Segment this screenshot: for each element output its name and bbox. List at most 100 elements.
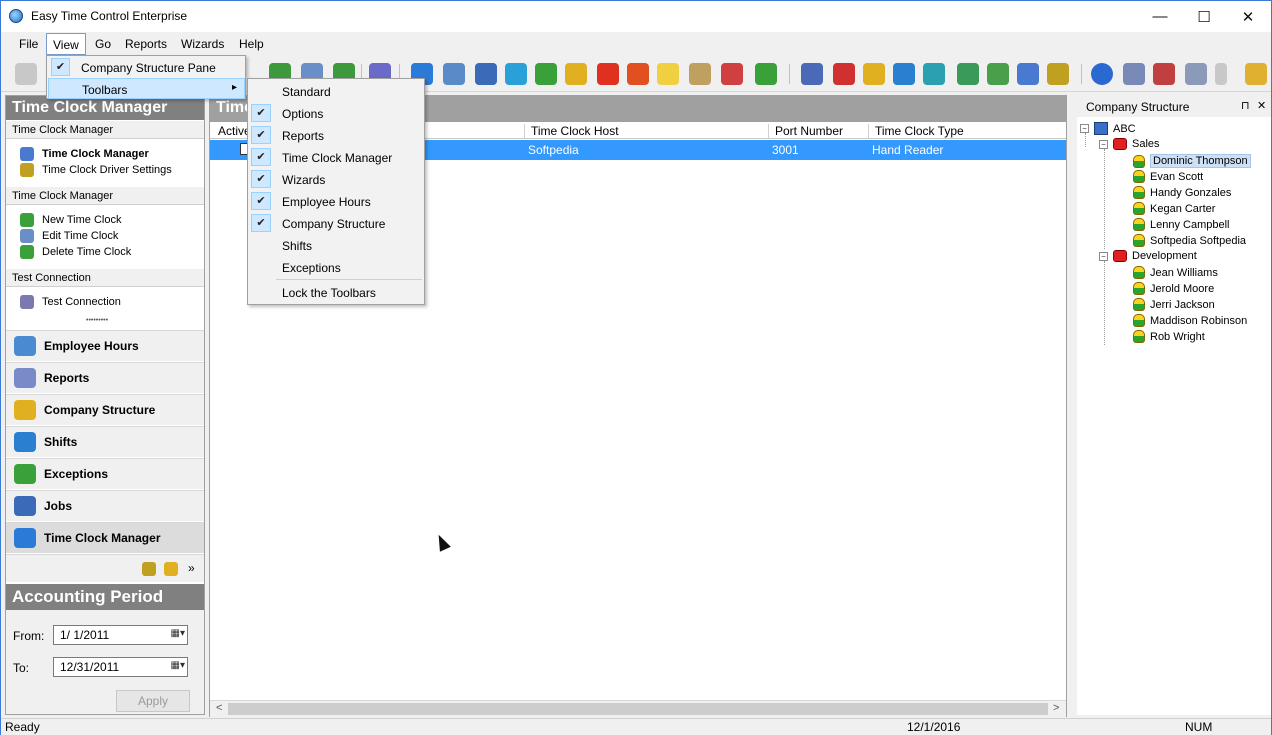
nav-reports[interactable]: Reports <box>6 362 204 393</box>
nav-jobs[interactable]: Jobs <box>6 490 204 521</box>
tree-node-employee[interactable]: Softpedia Softpedia <box>1133 234 1246 247</box>
window-title: Easy Time Control Enterprise <box>31 9 188 23</box>
alarm-icon[interactable] <box>721 63 743 85</box>
clock-settings-icon[interactable] <box>443 63 465 85</box>
export-icon[interactable] <box>755 63 777 85</box>
person-icon[interactable] <box>164 562 178 576</box>
menu-view[interactable]: View <box>46 33 86 55</box>
shift-export-icon[interactable] <box>923 63 945 85</box>
star-icon[interactable] <box>657 63 679 85</box>
submenu-item-options[interactable]: ✔ Options <box>249 102 424 124</box>
column-port-number[interactable]: Port Number <box>768 124 843 138</box>
database-icon[interactable] <box>1185 63 1207 85</box>
submenu-item-reports[interactable]: ✔ Reports <box>249 124 424 146</box>
tree-node-employee[interactable]: Handy Gonzales <box>1133 186 1231 199</box>
menu-wizards[interactable]: Wizards <box>181 37 224 51</box>
maximize-button[interactable]: ☐ <box>1181 1 1227 32</box>
submenu-item-standard[interactable]: Standard <box>249 80 424 102</box>
column-time-clock-type[interactable]: Time Clock Type <box>868 124 964 138</box>
submenu-item-shifts[interactable]: Shifts <box>249 234 424 256</box>
task-time-clock-manager[interactable]: Time Clock Manager <box>20 147 149 161</box>
scroll-right-icon[interactable]: > <box>1053 702 1059 714</box>
toolbar-overflow-icon[interactable] <box>1215 63 1227 85</box>
tree-node-employee[interactable]: Dominic Thompson <box>1133 154 1251 168</box>
nav-shifts[interactable]: Shifts <box>6 426 204 457</box>
expander-icon[interactable]: − <box>1099 139 1108 149</box>
person-icon[interactable] <box>863 63 885 85</box>
refresh-icon[interactable] <box>15 63 37 85</box>
submenu-item-exceptions[interactable]: Exceptions <box>249 256 424 278</box>
accept-icon[interactable] <box>535 63 557 85</box>
tree-node-company[interactable]: − ABC <box>1080 122 1136 135</box>
menu-item-company-structure-pane[interactable]: ✔ Company Structure Pane <box>48 57 245 78</box>
tree-node-employee[interactable]: Kegan Carter <box>1133 202 1215 215</box>
menu-go[interactable]: Go <box>95 37 111 51</box>
submenu-item-employee-hours[interactable]: ✔ Employee Hours <box>249 190 424 212</box>
expander-icon[interactable]: − <box>1099 251 1108 261</box>
column-time-clock-host[interactable]: Time Clock Host <box>524 124 619 138</box>
splitter-grip[interactable]: ••••••••• <box>86 317 108 324</box>
timer-icon[interactable] <box>1017 63 1039 85</box>
view-menu-dropdown: ✔ Company Structure Pane Toolbars ▸ <box>46 55 246 99</box>
sheet-icon[interactable] <box>957 63 979 85</box>
submenu-item-time-clock-manager[interactable]: ✔ Time Clock Manager <box>249 146 424 168</box>
check-icon: ✔ <box>251 126 271 144</box>
employee-icon[interactable] <box>565 63 587 85</box>
task-edit-time-clock[interactable]: Edit Time Clock <box>20 229 118 243</box>
more-icon[interactable]: » <box>188 561 195 575</box>
shifts-icon[interactable] <box>893 63 915 85</box>
calendar-icon[interactable]: ▦▾ <box>171 660 185 671</box>
exception-icon[interactable] <box>597 63 619 85</box>
nav-employee-hours[interactable]: Employee Hours <box>6 330 204 361</box>
department-icon[interactable] <box>833 63 855 85</box>
from-date-picker[interactable]: 1/ 1/2011 ▦▾ <box>53 625 188 645</box>
globe-icon[interactable] <box>1091 63 1113 85</box>
minimize-button[interactable]: — <box>1137 1 1183 32</box>
tree-node-employee[interactable]: Lenny Campbell <box>1133 218 1230 231</box>
task-time-clock-driver-settings[interactable]: Time Clock Driver Settings <box>20 163 172 177</box>
task-new-time-clock[interactable]: New Time Clock <box>20 213 121 227</box>
menu-item-toolbars[interactable]: Toolbars ▸ <box>48 78 245 99</box>
close-icon[interactable]: ✕ <box>1257 99 1266 112</box>
menu-file[interactable]: File <box>19 37 38 51</box>
task-delete-time-clock[interactable]: Delete Time Clock <box>20 245 131 259</box>
submenu-item-lock-the-toolbars[interactable]: Lock the Toolbars <box>249 281 424 303</box>
scroll-left-icon[interactable]: < <box>216 702 222 714</box>
menu-help[interactable]: Help <box>239 37 264 51</box>
tree-node-employee[interactable]: Jean Williams <box>1133 266 1218 279</box>
nav-exceptions[interactable]: Exceptions <box>6 458 204 489</box>
tree-node-employee[interactable]: Jerri Jackson <box>1133 298 1215 311</box>
tree-node-employee[interactable]: Evan Scott <box>1133 170 1203 183</box>
pin-icon[interactable]: ⊓ <box>1241 99 1250 112</box>
help-employee-icon[interactable] <box>627 63 649 85</box>
apply-button[interactable]: Apply <box>116 690 190 712</box>
building-icon[interactable] <box>801 63 823 85</box>
scrollbar-thumb[interactable] <box>228 703 1048 715</box>
column-active[interactable]: Active <box>212 124 251 138</box>
task-test-connection[interactable]: Test Connection <box>20 295 121 309</box>
horizontal-scrollbar[interactable]: < > <box>210 700 1066 717</box>
tree-node-department[interactable]: − Development <box>1099 250 1197 262</box>
gear-icon[interactable] <box>1047 63 1069 85</box>
submenu-item-company-structure[interactable]: ✔ Company Structure <box>249 212 424 234</box>
calendar-icon[interactable]: ▦▾ <box>171 628 185 639</box>
jobs-icon[interactable] <box>475 63 497 85</box>
schedule-icon[interactable] <box>689 63 711 85</box>
menu-reports[interactable]: Reports <box>125 37 167 51</box>
tree-node-employee[interactable]: Jerold Moore <box>1133 282 1214 295</box>
tree-node-employee[interactable]: Maddison Robinson <box>1133 314 1247 327</box>
to-date-picker[interactable]: 12/31/2011 ▦▾ <box>53 657 188 677</box>
expander-icon[interactable]: − <box>1080 124 1089 133</box>
tree-node-department[interactable]: − Sales <box>1099 138 1160 150</box>
shift-icon[interactable] <box>505 63 527 85</box>
settings-icon[interactable] <box>142 562 156 576</box>
submenu-item-wizards[interactable]: ✔ Wizards <box>249 168 424 190</box>
network-icon[interactable] <box>1123 63 1145 85</box>
book-icon[interactable] <box>1153 63 1175 85</box>
tree-node-employee[interactable]: Rob Wright <box>1133 330 1205 343</box>
exit-icon[interactable] <box>1245 63 1267 85</box>
nav-time-clock-manager[interactable]: Time Clock Manager <box>6 522 204 553</box>
payroll-icon[interactable] <box>987 63 1009 85</box>
close-button[interactable]: ✕ <box>1225 1 1271 32</box>
nav-company-structure[interactable]: Company Structure <box>6 394 204 425</box>
